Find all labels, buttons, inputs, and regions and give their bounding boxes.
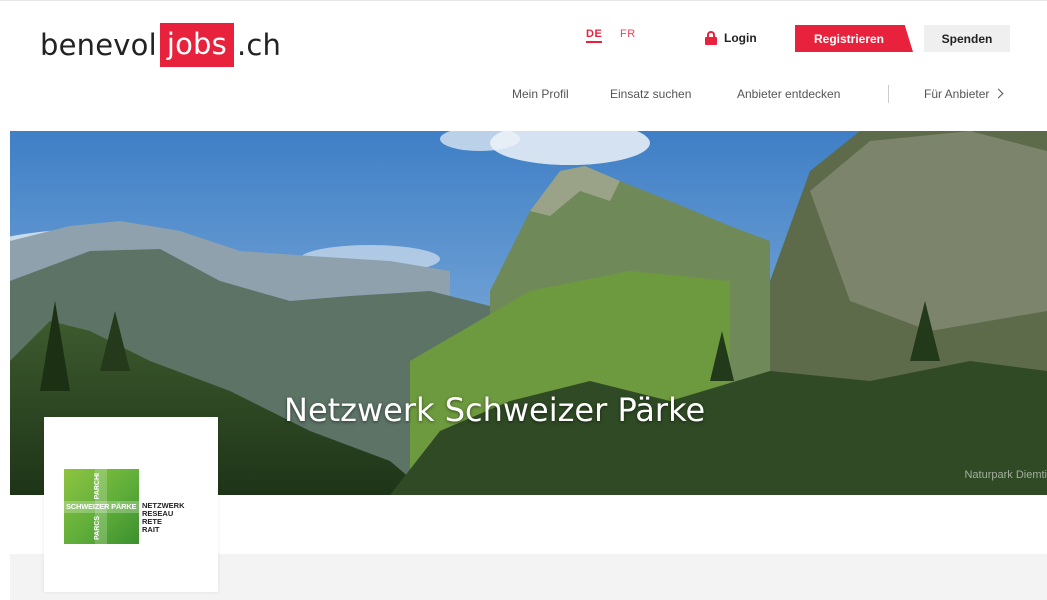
organization-logo-card: SCHWEIZER PÄRKE PARCHI PARCS NETZWERK RE… [44, 417, 218, 592]
logo-words: NETZWERK RESEAU RETE RAIT [142, 502, 185, 534]
language-de-link[interactable]: DE [586, 28, 603, 43]
site-logo[interactable]: benevol jobs .ch [40, 23, 281, 67]
site-header: benevol jobs .ch DE FR Login Registriere… [0, 0, 1047, 131]
logo-prefix: benevol [40, 28, 157, 62]
login-link[interactable]: Login [705, 31, 757, 45]
nav-divider [888, 85, 889, 103]
logo-vertical-top-text: PARCHI [94, 473, 101, 500]
nav-my-profile[interactable]: Mein Profil [512, 87, 569, 101]
lock-icon [705, 31, 717, 45]
photo-credit: Naturpark Diemti [964, 469, 1047, 481]
nav-search-assignment[interactable]: Einsatz suchen [610, 87, 691, 101]
organization-logo: SCHWEIZER PÄRKE PARCHI PARCS NETZWERK RE… [64, 469, 186, 544]
nav-for-providers-label: Für Anbieter [924, 87, 990, 101]
logo-word: RAIT [142, 525, 160, 534]
language-fr-link[interactable]: FR [620, 28, 636, 40]
logo-vertical-bottom-text: PARCS [94, 516, 101, 540]
logo-suffix: .ch [236, 28, 282, 62]
register-button[interactable]: Registrieren [795, 25, 913, 52]
login-label: Login [724, 31, 757, 45]
logo-horizontal-text: SCHWEIZER PÄRKE [66, 502, 137, 511]
page: benevol jobs .ch DE FR Login Registriere… [0, 0, 1047, 600]
hero-title: Netzwerk Schweizer Pärke [284, 391, 706, 429]
nav-discover-providers[interactable]: Anbieter entdecken [737, 87, 840, 101]
donate-button[interactable]: Spenden [924, 25, 1010, 52]
nav-for-providers[interactable]: Für Anbieter [924, 87, 1004, 101]
logo-highlight: jobs [159, 23, 234, 67]
chevron-right-icon [993, 88, 1004, 99]
